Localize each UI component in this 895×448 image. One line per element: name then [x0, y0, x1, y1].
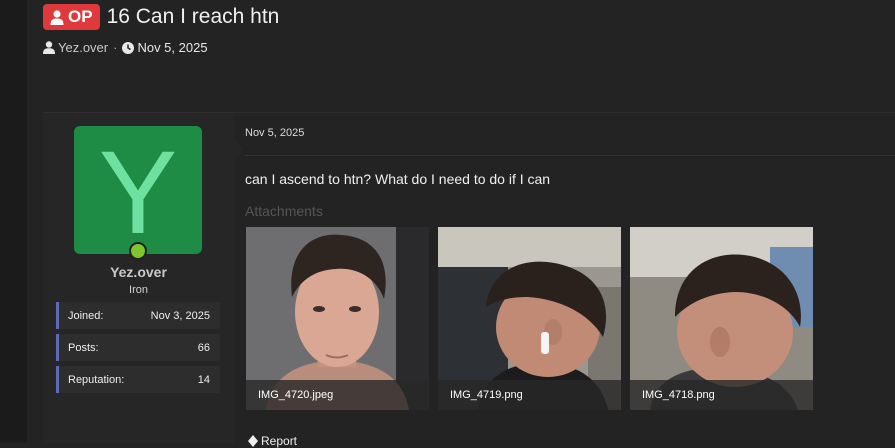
post-arrow	[234, 139, 244, 159]
avatar[interactable]: Y	[74, 126, 202, 254]
avatar-letter: Y	[98, 127, 178, 254]
attachment-filename: IMG_4720.jpeg	[246, 380, 429, 410]
attachment-filename: IMG_4718.png	[630, 380, 813, 410]
stat-reputation: Reputation: 14	[56, 366, 220, 393]
title-row: OP 16 Can I reach htn	[43, 4, 279, 30]
thread-header: OP 16 Can I reach htn Yez.over · Nov 5, …	[43, 4, 279, 55]
username-link[interactable]: Yez.over	[43, 264, 234, 280]
post-date-link[interactable]: Nov 5, 2025	[245, 127, 304, 139]
user-rank: Iron	[129, 284, 148, 296]
op-badge: OP	[43, 4, 100, 30]
report-label: Report	[261, 434, 298, 448]
attachment-filename: IMG_4719.png	[438, 380, 621, 410]
attachment-thumbnail[interactable]: IMG_4719.png	[438, 227, 621, 410]
post-divider	[245, 155, 895, 156]
attachments-heading: Attachments	[245, 203, 323, 219]
stat-value: 14	[197, 373, 210, 386]
user-icon	[50, 9, 64, 25]
report-link[interactable]: Report	[248, 434, 297, 448]
stat-label: Reputation:	[68, 373, 125, 386]
stat-value: 66	[197, 341, 210, 354]
clock-icon	[122, 41, 135, 54]
user-panel: Y Yez.over Iron Joined: Nov 3, 2025 Post…	[43, 113, 234, 443]
thread-date-link[interactable]: Nov 5, 2025	[137, 40, 207, 55]
left-gutter	[0, 0, 27, 442]
meta-separator: ·	[113, 40, 118, 55]
stat-value: Nov 3, 2025	[150, 309, 210, 322]
stat-label: Joined:	[68, 309, 104, 322]
flag-icon	[248, 435, 258, 447]
attachment-thumbnail[interactable]: IMG_4718.png	[630, 227, 813, 410]
attachment-thumbnail[interactable]: IMG_4720.jpeg	[246, 227, 429, 410]
stat-posts: Posts: 66	[56, 334, 220, 361]
thread-title: 16 Can I reach htn	[106, 5, 280, 28]
post-body: can I ascend to htn? What do I need to d…	[245, 171, 551, 187]
stat-label: Posts:	[68, 341, 99, 354]
thread-meta: Yez.over · Nov 5, 2025	[43, 40, 279, 55]
author-icon	[43, 41, 55, 54]
post: Y Yez.over Iron Joined: Nov 3, 2025 Post…	[43, 112, 895, 448]
op-badge-label: OP	[68, 7, 93, 26]
stat-joined: Joined: Nov 3, 2025	[56, 302, 220, 329]
online-status-dot	[129, 242, 147, 260]
thread-author-link[interactable]: Yez.over	[58, 40, 108, 55]
